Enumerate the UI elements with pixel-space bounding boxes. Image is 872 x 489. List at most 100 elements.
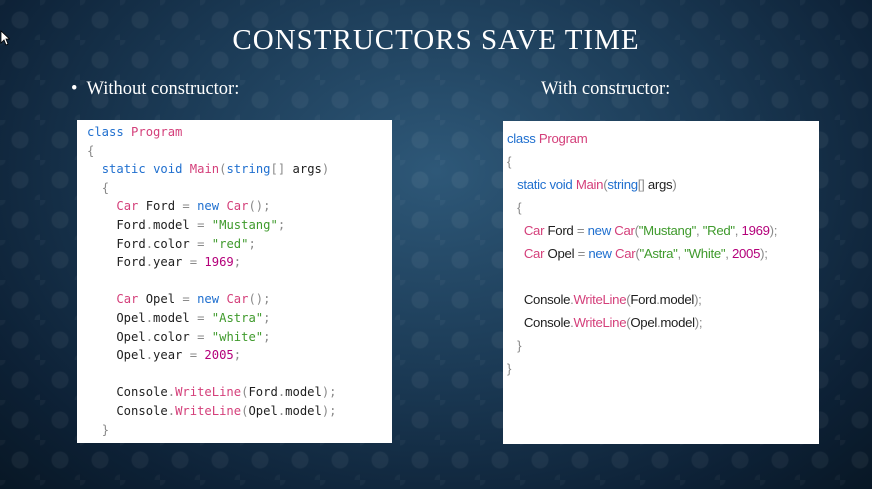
code-token: Car (226, 292, 249, 307)
code-token: . (145, 255, 154, 270)
code-token: color (153, 329, 198, 344)
code-token: Console (507, 292, 571, 307)
code-token: Main (189, 162, 220, 177)
code-token: Car (226, 199, 249, 214)
code-line: Opel.color = "white"; (87, 328, 392, 347)
code-token: year (153, 348, 190, 363)
code-token: model (153, 310, 198, 325)
code-line: Console.WriteLine(Ford.model); (87, 383, 392, 402)
code-token: "White" (684, 246, 726, 261)
code-token: class (87, 125, 124, 139)
code-line: } (507, 334, 819, 357)
code-line: Car Opel = new Car(); (87, 290, 392, 309)
code-token: ; (233, 348, 242, 363)
code-token: WriteLine (573, 315, 627, 330)
code-token: "Mustang" (211, 217, 278, 232)
with-constructor-heading: With constructor: (541, 79, 671, 99)
code-token: static (517, 177, 547, 192)
code-token: Opel (138, 292, 183, 307)
code-token: [] (637, 177, 645, 192)
code-token: WriteLine (573, 292, 627, 307)
code-line: { (87, 179, 392, 198)
code-token: model (285, 385, 322, 400)
code-token: ); (321, 385, 337, 400)
code-token: "Mustang" (638, 223, 697, 238)
code-token: "white" (211, 329, 264, 344)
code-token: static (101, 162, 146, 177)
code-token: = (189, 255, 198, 270)
code-token: void (549, 177, 573, 192)
without-constructor-heading: • Without constructor: (71, 79, 239, 100)
code-line: { (507, 150, 819, 173)
code-line: Console.WriteLine(Ford.model); (507, 288, 819, 311)
code-token: Car (615, 246, 636, 261)
code-token: model (153, 217, 198, 232)
code-token: Opel (544, 246, 578, 261)
code-token: "red" (211, 236, 249, 251)
code-token: ); (321, 403, 337, 418)
code-line: class Program (507, 127, 819, 150)
code-token: { (101, 180, 110, 195)
code-token: new (197, 292, 220, 307)
code-token: ); (769, 223, 778, 238)
code-token: string (607, 177, 638, 192)
code-token: "Red" (702, 223, 735, 238)
code-token: } (507, 361, 512, 376)
code-token: new (588, 246, 612, 261)
code-token: Opel (87, 310, 146, 325)
code-token: color (153, 236, 198, 251)
code-token: . (145, 329, 154, 344)
code-token: Program (538, 131, 588, 146)
code-token: ; (233, 255, 242, 270)
code-token: Ford (87, 217, 146, 232)
code-token: Ford (138, 199, 183, 214)
code-line: static void Main(string[] args) (87, 160, 392, 179)
code-token: , (725, 246, 732, 261)
code-token: , (696, 223, 703, 238)
code-line: Opel.model = "Astra"; (87, 309, 392, 328)
code-token: = (189, 348, 198, 363)
code-token: 2005 (731, 246, 761, 261)
code-token: . (145, 236, 154, 251)
code-line: Car Ford = new Car("Mustang", "Red", 196… (507, 219, 819, 242)
code-line: Console.WriteLine(Opel.model); (507, 311, 819, 334)
code-token: { (517, 200, 522, 215)
code-token: Opel (87, 348, 146, 363)
code-token: new (587, 223, 612, 238)
code-token: Car (523, 246, 545, 261)
code-token: Car (116, 199, 139, 214)
code-token: . (145, 310, 154, 325)
code-token: = (577, 246, 586, 261)
code-token: ); (694, 292, 702, 307)
code-token: (); (248, 292, 271, 307)
code-line: Car Opel = new Car("Astra", "White", 200… (507, 242, 819, 265)
code-token: Ford (544, 223, 577, 238)
code-token: "Astra" (639, 246, 678, 261)
code-token: args (644, 177, 673, 192)
code-token: "Astra" (211, 310, 264, 325)
code-line: } (507, 357, 819, 380)
code-token: [] (270, 162, 286, 177)
code-panel-without-constructor: class Program{ static void Main(string[]… (77, 120, 392, 443)
code-token: Console (87, 403, 168, 418)
code-token: Car (614, 223, 635, 238)
code-token: (); (248, 199, 271, 214)
code-token: WriteLine (175, 385, 242, 400)
code-token: . (167, 385, 176, 400)
code-token: model (660, 315, 695, 330)
code-token: ); (760, 246, 768, 261)
